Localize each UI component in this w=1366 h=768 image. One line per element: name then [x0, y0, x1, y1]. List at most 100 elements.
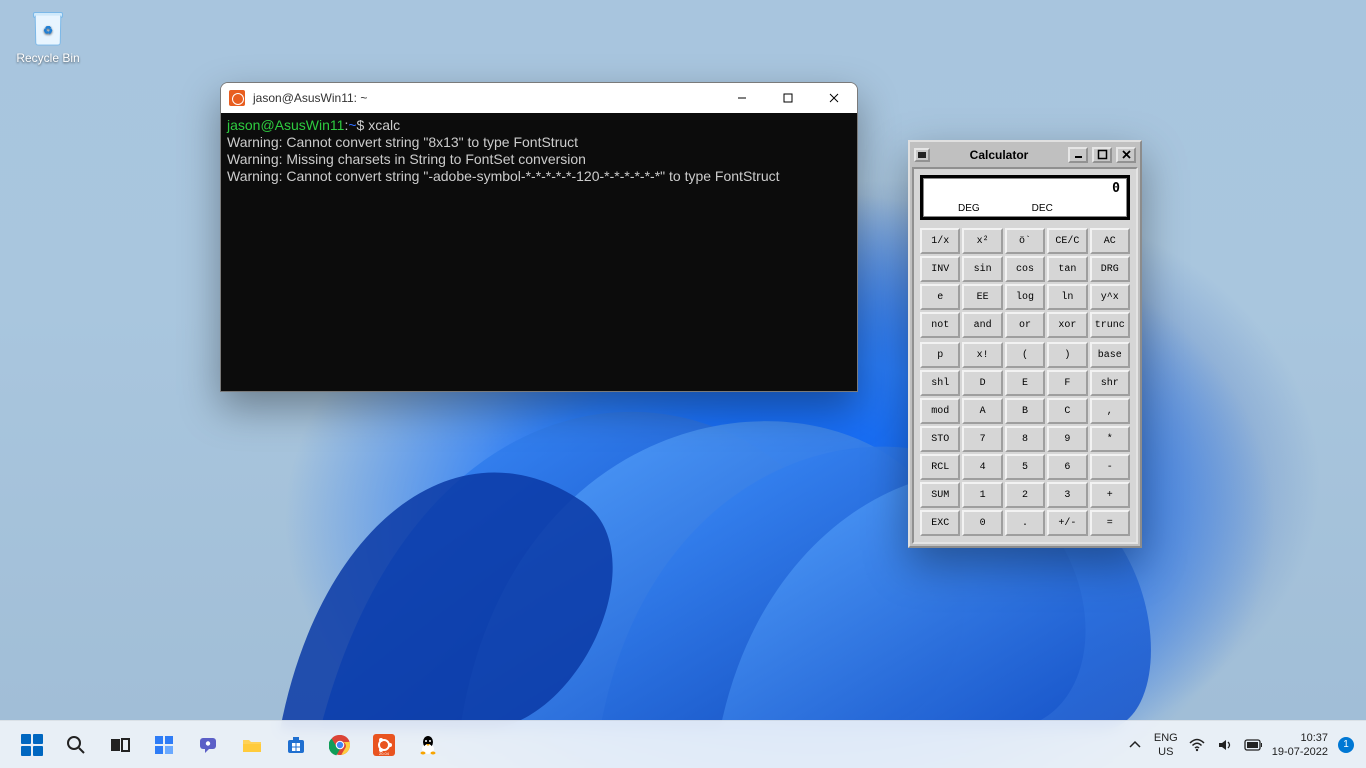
notification-count: 1 — [1343, 739, 1349, 750]
widgets-button[interactable] — [144, 725, 184, 765]
microsoft-store-button[interactable] — [276, 725, 316, 765]
calc-key-[interactable]: . — [1005, 510, 1045, 536]
calc-key-cos[interactable]: cos — [1005, 256, 1045, 282]
calc-key-e[interactable]: E — [1005, 370, 1045, 396]
start-button[interactable] — [12, 725, 52, 765]
system-tray: ENG US 10:37 19-07-2022 1 — [1126, 731, 1354, 759]
calc-key-d[interactable]: D — [962, 370, 1002, 396]
calc-key-[interactable]: +/- — [1047, 510, 1087, 536]
battery-icon — [1244, 739, 1262, 751]
calc-key-5[interactable]: 5 — [1005, 454, 1045, 480]
calc-key-1x[interactable]: 1/x — [920, 228, 960, 254]
chrome-button[interactable] — [320, 725, 360, 765]
search-icon — [65, 734, 87, 756]
calc-key-sum[interactable]: SUM — [920, 482, 960, 508]
calc-key-shl[interactable]: shl — [920, 370, 960, 396]
calc-key-a[interactable]: A — [962, 398, 1002, 424]
linux-app-button[interactable] — [408, 725, 448, 765]
calc-key-sin[interactable]: sin — [962, 256, 1002, 282]
calc-key-b[interactable]: B — [1005, 398, 1045, 424]
calc-key-tan[interactable]: tan — [1047, 256, 1087, 282]
calc-key-ln[interactable]: ln — [1047, 284, 1087, 310]
lang-bottom: US — [1154, 745, 1178, 759]
maximize-button[interactable] — [1092, 147, 1112, 163]
calc-key-[interactable]: ) — [1047, 342, 1087, 368]
calc-key-8[interactable]: 8 — [1005, 426, 1045, 452]
calc-key-[interactable]: ( — [1005, 342, 1045, 368]
ubuntu-icon: 20.04 — [373, 734, 395, 756]
desktop[interactable]: ♻ Recycle Bin jason@AsusWin11: ~ jason@A… — [0, 0, 1366, 768]
terminal-titlebar[interactable]: jason@AsusWin11: ~ — [221, 83, 857, 113]
calc-key-not[interactable]: not — [920, 312, 960, 338]
calc-key-[interactable]: + — [1090, 482, 1130, 508]
ubuntu-app-button[interactable]: 20.04 — [364, 725, 404, 765]
calc-key-[interactable]: - — [1090, 454, 1130, 480]
calc-key-drg[interactable]: DRG — [1090, 256, 1130, 282]
minimize-button[interactable] — [1068, 147, 1088, 163]
battery-button[interactable] — [1244, 736, 1262, 754]
close-button[interactable] — [811, 83, 857, 113]
calc-key-0[interactable]: 0 — [962, 510, 1002, 536]
calc-key-f[interactable]: F — [1047, 370, 1087, 396]
minimize-button[interactable] — [719, 83, 765, 113]
system-menu-button[interactable] — [914, 148, 930, 162]
calc-key-[interactable]: ö` — [1005, 228, 1045, 254]
desktop-icon-label: Recycle Bin — [10, 51, 86, 65]
calc-key-[interactable]: = — [1090, 510, 1130, 536]
time: 10:37 — [1272, 731, 1328, 745]
calc-key-base[interactable]: base — [1090, 342, 1130, 368]
calc-key-2[interactable]: 2 — [1005, 482, 1045, 508]
maximize-button[interactable] — [765, 83, 811, 113]
calc-key-shr[interactable]: shr — [1090, 370, 1130, 396]
calc-key-4[interactable]: 4 — [962, 454, 1002, 480]
taskbar-left: 20.04 — [12, 725, 448, 765]
calc-key-yx[interactable]: y^x — [1090, 284, 1130, 310]
close-button[interactable] — [1116, 147, 1136, 163]
calc-key-inv[interactable]: INV — [920, 256, 960, 282]
calc-key-[interactable]: , — [1090, 398, 1130, 424]
calc-key-sto[interactable]: STO — [920, 426, 960, 452]
calc-key-exc[interactable]: EXC — [920, 510, 960, 536]
calc-key-x[interactable]: x! — [962, 342, 1002, 368]
calc-key-ac[interactable]: AC — [1090, 228, 1130, 254]
calc-key-3[interactable]: 3 — [1047, 482, 1087, 508]
calc-key-log[interactable]: log — [1005, 284, 1045, 310]
calc-key-or[interactable]: or — [1005, 312, 1045, 338]
desktop-icon-recycle-bin[interactable]: ♻ Recycle Bin — [10, 6, 86, 76]
calculator-window[interactable]: Calculator 0 DEG DEC 1/xx²ö — [908, 140, 1142, 548]
notification-badge[interactable]: 1 — [1338, 737, 1354, 753]
calc-key-and[interactable]: and — [962, 312, 1002, 338]
volume-button[interactable] — [1216, 736, 1234, 754]
language-button[interactable]: ENG US — [1154, 731, 1178, 759]
svg-text:20.04: 20.04 — [379, 751, 390, 756]
calc-key-cec[interactable]: CE/C — [1047, 228, 1087, 254]
calc-key-1[interactable]: 1 — [962, 482, 1002, 508]
calc-key-7[interactable]: 7 — [962, 426, 1002, 452]
lang-top: ENG — [1154, 731, 1178, 745]
calc-key-mod[interactable]: mod — [920, 398, 960, 424]
calc-key-xor[interactable]: xor — [1047, 312, 1087, 338]
calc-key-rcl[interactable]: RCL — [920, 454, 960, 480]
terminal-window[interactable]: jason@AsusWin11: ~ jason@AsusWin11:~$ xc… — [220, 82, 858, 392]
calc-key-x[interactable]: x² — [962, 228, 1002, 254]
calc-key-trunc[interactable]: trunc — [1090, 312, 1130, 338]
taskbar[interactable]: 20.04 ENG US — [0, 720, 1366, 768]
search-button[interactable] — [56, 725, 96, 765]
calculator-titlebar[interactable]: Calculator — [912, 144, 1138, 165]
calc-key-[interactable]: * — [1090, 426, 1130, 452]
calc-key-c[interactable]: C — [1047, 398, 1087, 424]
wifi-button[interactable] — [1188, 736, 1206, 754]
file-explorer-button[interactable] — [232, 725, 272, 765]
task-view-button[interactable] — [100, 725, 140, 765]
mode-deg: DEG — [958, 203, 980, 214]
chat-button[interactable] — [188, 725, 228, 765]
terminal-body[interactable]: jason@AsusWin11:~$ xcalcWarning: Cannot … — [221, 113, 857, 391]
ubuntu-terminal-icon — [229, 90, 245, 106]
calc-key-p[interactable]: p — [920, 342, 960, 368]
clock-button[interactable]: 10:37 19-07-2022 — [1272, 731, 1328, 759]
calc-key-ee[interactable]: EE — [962, 284, 1002, 310]
calc-key-6[interactable]: 6 — [1047, 454, 1087, 480]
calc-key-9[interactable]: 9 — [1047, 426, 1087, 452]
tray-overflow-button[interactable] — [1126, 736, 1144, 754]
calc-key-e[interactable]: e — [920, 284, 960, 310]
